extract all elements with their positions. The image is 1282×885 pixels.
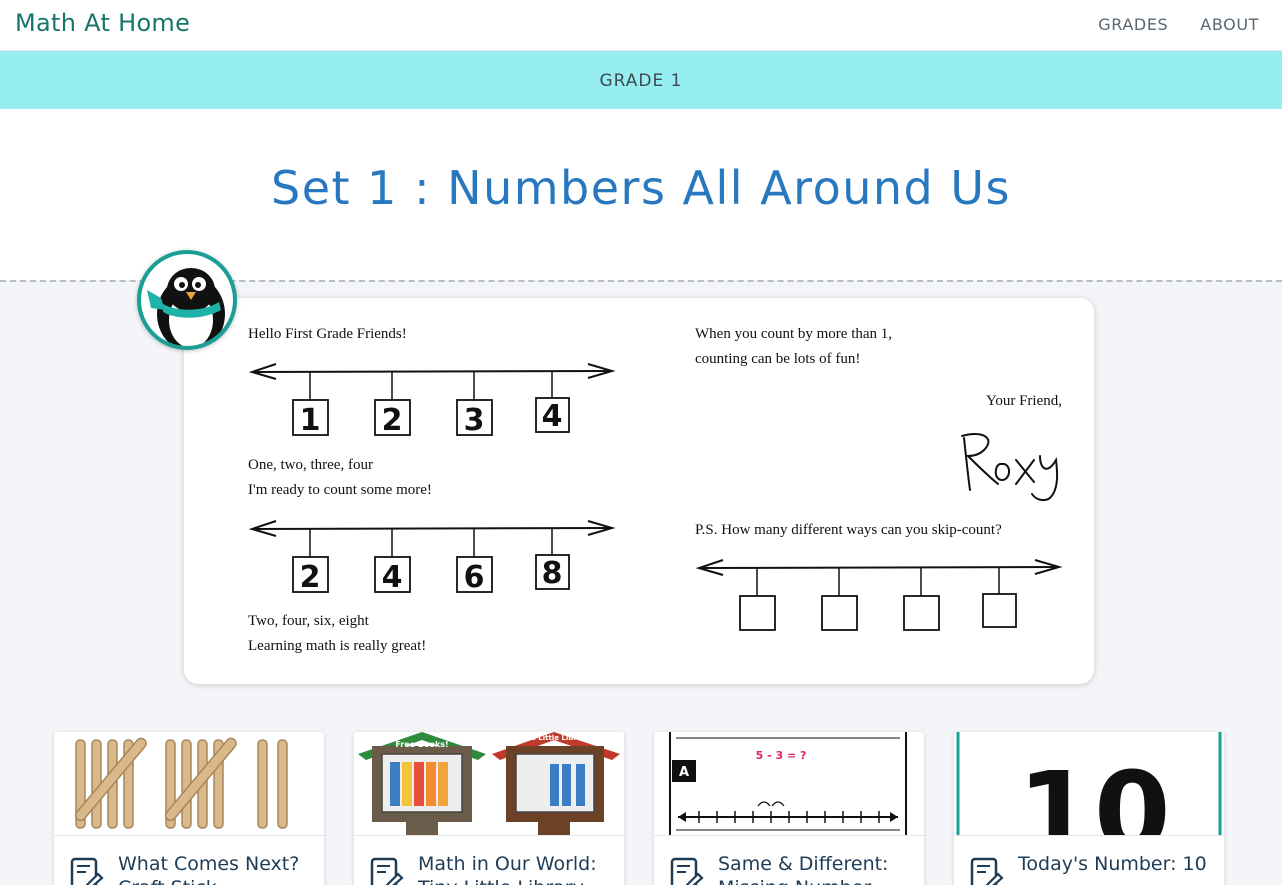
letter-card: Hello First Grade Friends! 1 2 3 4 One, …: [184, 298, 1094, 684]
card-thumbnail: 10: [954, 732, 1224, 836]
activity-card[interactable]: 5 - 3 = ? A Same & Different: Missing Nu…: [654, 732, 924, 885]
worksheet-icon: [70, 857, 104, 885]
worksheet-icon: [370, 857, 404, 885]
letter-right-line: When you count by more than 1,: [695, 326, 893, 342]
nav-about-link[interactable]: ABOUT: [1200, 15, 1259, 34]
letter-signoff: Your Friend,: [986, 393, 1062, 409]
little-library-icon: Free Books! Free Little Library: [358, 732, 620, 835]
thumb-equation: 5 - 3 = ?: [756, 749, 807, 762]
page-title: Set 1 : Numbers All Around Us: [271, 161, 1011, 215]
nav-grades-link[interactable]: GRADES: [1098, 15, 1168, 34]
card-thumbnail: Free Books! Free Little Library: [354, 732, 624, 836]
card-title[interactable]: Today's Number: 10: [1018, 852, 1218, 876]
thumb-label: Free Books!: [395, 740, 448, 749]
number-line-2: 2 4 6 8: [248, 520, 616, 595]
number-line-1-value: 4: [542, 399, 563, 434]
number-line-2-value: 8: [542, 556, 563, 591]
rhyme-line: One, two, three, four: [248, 457, 373, 473]
number-line-1-value: 1: [300, 403, 321, 438]
worksheet-icon: [670, 857, 704, 885]
signature-roxy: [961, 432, 1059, 502]
top-navbar: Math At Home GRADES ABOUT: [0, 0, 1282, 51]
craft-sticks-icon: [74, 737, 288, 829]
letter-greeting: Hello First Grade Friends!: [248, 326, 407, 342]
number-line-2-value: 4: [382, 560, 403, 595]
activity-card[interactable]: What Comes Next? Craft Stick: [54, 732, 324, 885]
thumb-letter: A: [679, 765, 689, 780]
grade-banner: GRADE 1: [0, 51, 1282, 109]
thumb-number: 10: [1017, 748, 1170, 836]
number-line-2-value: 2: [300, 560, 321, 595]
card-title[interactable]: Math in Our World: Tiny Little Library: [418, 852, 618, 885]
rhyme-line: Learning math is really great!: [248, 638, 427, 654]
activity-card[interactable]: 10 Today's Number: 10: [954, 732, 1224, 885]
grade-banner-label: GRADE 1: [599, 71, 683, 91]
thumb-label: Free Little Library: [519, 734, 590, 742]
rhyme-line: Two, four, six, eight: [248, 613, 369, 629]
number-ten-icon: 10: [956, 732, 1222, 836]
number-line-worksheet-icon: 5 - 3 = ? A: [669, 732, 907, 835]
letter-ps: P.S. How many different ways can you ski…: [695, 522, 1002, 538]
number-line-blank: [695, 559, 1063, 631]
penguin-avatar: [137, 250, 237, 350]
rhyme-line: I'm ready to count some more!: [248, 482, 432, 498]
card-title[interactable]: What Comes Next? Craft Stick: [118, 852, 318, 885]
number-line-2-value: 6: [464, 560, 485, 595]
number-line-1-value: 2: [382, 403, 403, 438]
main-nav: GRADES ABOUT: [1098, 15, 1259, 34]
number-line-1: 1 2 3 4: [248, 363, 616, 438]
letter-right-line: counting can be lots of fun!: [695, 351, 861, 367]
brand-logo-link[interactable]: Math At Home: [15, 9, 190, 37]
activity-card[interactable]: Free Books! Free Little Library Math in …: [354, 732, 624, 885]
card-title[interactable]: Same & Different: Missing Number: [718, 852, 918, 885]
card-thumbnail: [54, 732, 324, 836]
penguin-icon: [147, 268, 225, 346]
worksheet-icon: [970, 857, 1004, 885]
card-thumbnail: 5 - 3 = ? A: [654, 732, 924, 836]
number-line-1-value: 3: [464, 403, 485, 438]
